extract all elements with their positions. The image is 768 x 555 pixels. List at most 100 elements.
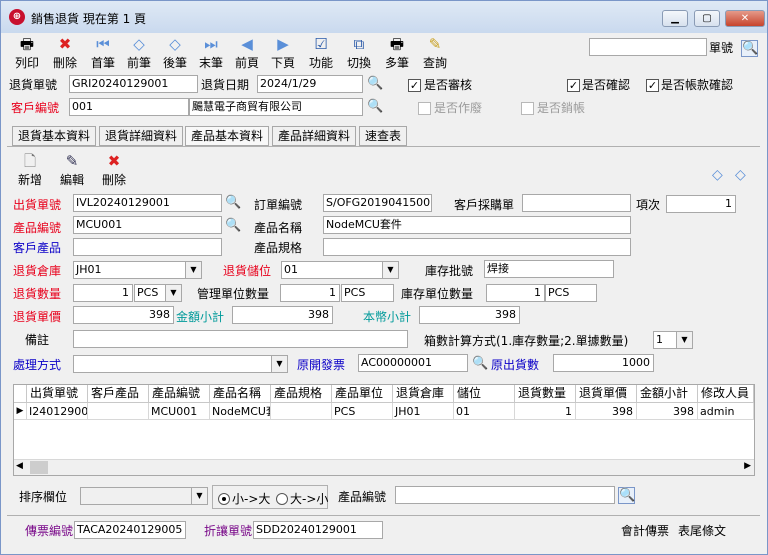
delete-button[interactable]: ✖ 刪除 <box>45 33 85 71</box>
last-record-button[interactable]: ⏭ 末筆 <box>191 33 231 71</box>
table-cell[interactable]: PCS <box>332 403 393 420</box>
previous-record-button[interactable]: ◇ 前筆 <box>119 33 159 71</box>
qty-unit-select[interactable]: PCS ▼ <box>134 284 182 302</box>
return-date-search-icon[interactable]: 🔍 <box>367 76 383 92</box>
cust-po-field[interactable] <box>522 194 631 212</box>
tab-quick-lookup[interactable]: 速查表 <box>359 126 408 146</box>
minimize-button[interactable]: ▁ <box>662 10 688 27</box>
qty-field[interactable]: 1 <box>73 284 133 302</box>
grid-header-price[interactable]: 退貨單價 <box>576 385 637 403</box>
grid-header-spec[interactable]: 產品規格 <box>271 385 332 403</box>
table-cell[interactable]: JH01 <box>393 403 454 420</box>
grid-header-warehouse[interactable]: 退貨倉庫 <box>393 385 454 403</box>
footer-product-no-field[interactable] <box>395 486 615 504</box>
grid-header-qty[interactable]: 退貨數量 <box>515 385 576 403</box>
scroll-thumb[interactable] <box>30 461 48 474</box>
previous-page-button[interactable]: ◀ 前頁 <box>227 33 267 71</box>
sort-field-select[interactable]: ▼ <box>80 487 208 505</box>
order-no-field[interactable]: S/OFG20190415001 <box>323 194 432 212</box>
grid-header-product-no[interactable]: 產品編號 <box>149 385 210 403</box>
seq-field[interactable]: 1 <box>666 195 736 213</box>
customer-no-label[interactable]: 客戶編號 <box>11 100 59 116</box>
print-button[interactable]: 🖶 列印 <box>7 33 47 71</box>
table-cell[interactable]: I240129001 <box>27 403 88 420</box>
voucher-label[interactable]: 傳票編號 <box>25 523 73 539</box>
next-page-button[interactable]: ▶ 下頁 <box>263 33 303 71</box>
footer-product-search-icon[interactable]: 🔍 <box>618 487 635 504</box>
footer-text-link[interactable]: 表尾條文 <box>678 523 726 539</box>
product-no-search-icon[interactable]: 🔍 <box>225 218 241 234</box>
order-search-icon[interactable]: 🔍 <box>741 40 758 57</box>
first-record-button[interactable]: ⏮ 首筆 <box>83 33 123 71</box>
product-name-field[interactable]: NodeMCU套件 <box>323 216 631 234</box>
mgmt-qty-field[interactable]: 1 <box>280 284 340 302</box>
price-field[interactable]: 398 <box>73 306 174 324</box>
table-cell[interactable]: 1 <box>515 403 576 420</box>
grid-header-product-name[interactable]: 產品名稱 <box>210 385 271 403</box>
table-cell[interactable]: admin <box>698 403 754 420</box>
close-button[interactable]: ✕ <box>725 10 765 27</box>
next-detail-icon[interactable]: ◇ <box>735 167 746 183</box>
handling-dropdown-icon[interactable]: ▼ <box>271 356 287 372</box>
cust-product-label[interactable]: 客戶產品 <box>13 240 61 256</box>
discount-field[interactable]: SDD20240129001 <box>253 521 383 539</box>
maximize-button[interactable]: ▢ <box>694 10 720 27</box>
warehouse-select[interactable]: JH01 ▼ <box>73 261 202 279</box>
orig-invoice-field[interactable]: AC00000001 <box>358 354 468 372</box>
tab-return-detail[interactable]: 退貨詳細資料 <box>99 126 184 146</box>
ship-no-field[interactable]: IVL20240129001 <box>73 194 222 212</box>
query-button[interactable]: ✎ 查詢 <box>415 33 455 71</box>
cust-product-field[interactable] <box>73 238 222 256</box>
box-calc-dropdown-icon[interactable]: ▼ <box>676 332 692 348</box>
orig-invoice-search-icon[interactable]: 🔍 <box>472 356 488 372</box>
delete-detail-button[interactable]: ✖ 刪除 <box>94 150 134 188</box>
sort-dropdown-icon[interactable]: ▼ <box>191 488 207 504</box>
tab-product-basic[interactable]: 產品基本資料 <box>185 126 270 146</box>
function-button[interactable]: ☑ 功能 <box>301 33 341 71</box>
remark-field[interactable] <box>73 330 408 348</box>
handling-label[interactable]: 處理方式 <box>13 357 61 373</box>
ar-confirmed-checkbox[interactable]: ✓ <box>646 79 659 92</box>
tab-product-detail[interactable]: 產品詳細資料 <box>272 126 357 146</box>
orig-invoice-label[interactable]: 原開發票 <box>297 357 345 373</box>
table-cell[interactable] <box>271 403 332 420</box>
customer-search-icon[interactable]: 🔍 <box>367 99 383 115</box>
next-record-button[interactable]: ◇ 後筆 <box>155 33 195 71</box>
table-cell[interactable]: 01 <box>454 403 515 420</box>
scroll-left-icon[interactable]: ◀ <box>16 461 23 471</box>
sort-desc-radio[interactable] <box>276 493 288 505</box>
horizontal-scrollbar[interactable]: ◀ ▶ <box>14 459 754 475</box>
voucher-field[interactable]: TACA20240129005 <box>74 521 186 539</box>
return-date-field[interactable]: 2024/1/29 <box>257 75 363 93</box>
grid-header-subtotal[interactable]: 金額小計 <box>637 385 698 403</box>
table-cell[interactable]: MCU001 <box>149 403 210 420</box>
grid-header-unit[interactable]: 產品單位 <box>332 385 393 403</box>
accounting-voucher-link[interactable]: 會計傳票 <box>621 523 669 539</box>
prev-detail-icon[interactable]: ◇ <box>712 167 723 183</box>
grid-header-location[interactable]: 儲位 <box>454 385 515 403</box>
qty-unit-dropdown-icon[interactable]: ▼ <box>165 285 181 301</box>
edit-detail-button[interactable]: ✎ 編輯 <box>52 150 92 188</box>
location-select[interactable]: 01 ▼ <box>281 261 399 279</box>
return-no-field[interactable]: GRI20240129001 <box>69 75 198 93</box>
order-search-input[interactable] <box>589 38 707 56</box>
switch-button[interactable]: ⧉ 切換 <box>339 33 379 71</box>
box-calc-select[interactable]: 1 ▼ <box>653 331 693 349</box>
spec-field[interactable] <box>323 238 631 256</box>
confirmed-checkbox[interactable]: ✓ <box>567 79 580 92</box>
product-no-field[interactable]: MCU001 <box>73 216 222 234</box>
add-detail-button[interactable]: 🗋 新增 <box>10 150 50 188</box>
tab-return-basic[interactable]: 退貨基本資料 <box>12 126 97 146</box>
grid-header-modifier[interactable]: 修改人員 <box>698 385 754 403</box>
table-cell[interactable]: 398 <box>637 403 698 420</box>
table-cell[interactable] <box>88 403 149 420</box>
ship-no-search-icon[interactable]: 🔍 <box>225 195 241 211</box>
discount-label[interactable]: 折讓單號 <box>204 523 252 539</box>
table-cell[interactable]: 398 <box>576 403 637 420</box>
handling-select[interactable]: ▼ <box>73 355 288 373</box>
grid-header-cust-product[interactable]: 客戶產品 <box>88 385 149 403</box>
grid-header-ship-no[interactable]: 出貨單號 <box>27 385 88 403</box>
table-cell[interactable]: NodeMCU套 <box>210 403 271 420</box>
warehouse-dropdown-icon[interactable]: ▼ <box>185 262 201 278</box>
multi-record-button[interactable]: 🖶 多筆 <box>377 33 417 71</box>
